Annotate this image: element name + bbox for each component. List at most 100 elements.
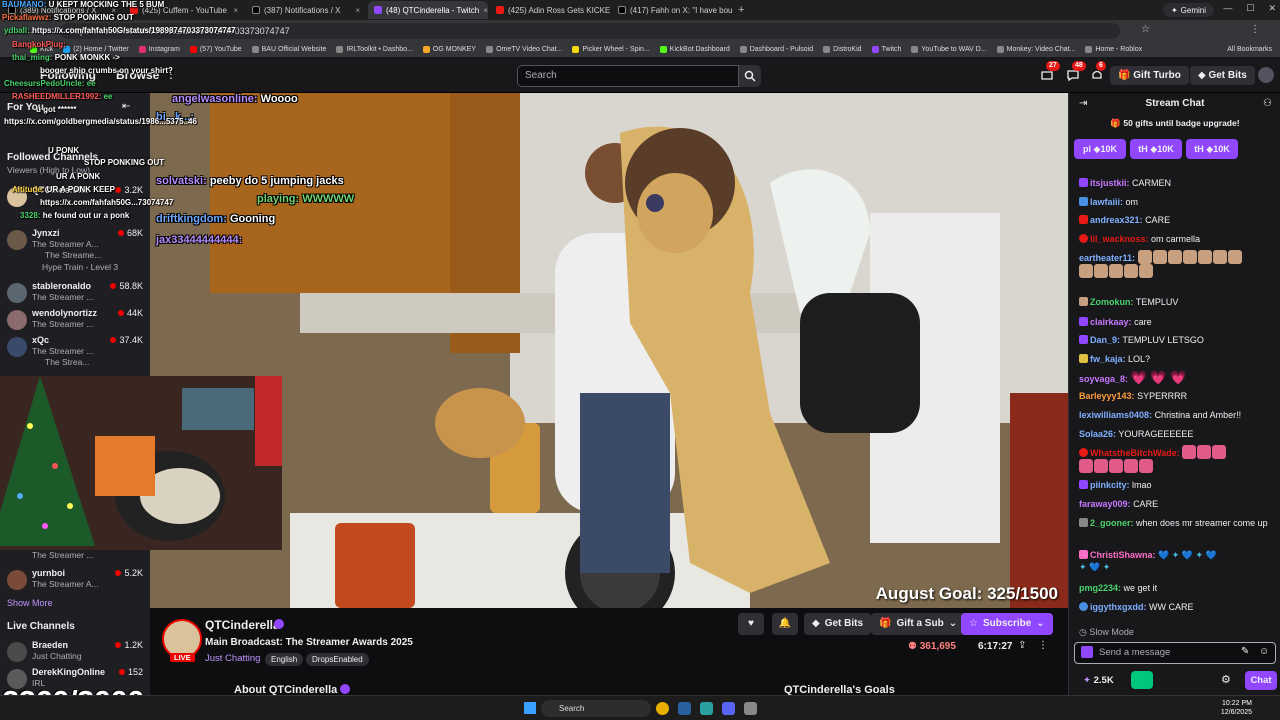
emote-picker-icon[interactable]: ☺ bbox=[1259, 646, 1269, 657]
sort-label[interactable]: Viewers (High to Low) bbox=[7, 165, 90, 175]
subscribe-button[interactable]: ☆ Subscribe ⌄ bbox=[961, 613, 1053, 635]
bookmark-icon bbox=[996, 46, 1004, 53]
bookmark[interactable]: OG MONKEY bbox=[422, 46, 476, 53]
emote-icon bbox=[1124, 264, 1138, 278]
gift-turbo-button[interactable]: 🎁 Gift Turbo bbox=[1110, 66, 1189, 85]
browser-tab-active[interactable]: (48) QTCinderella - Twitch × bbox=[368, 1, 488, 19]
nav-browse[interactable]: Browse bbox=[116, 68, 159, 82]
discord-icon[interactable] bbox=[722, 702, 735, 715]
sidebar-item-qtcinderella[interactable]: QTCinderella 3.2K bbox=[7, 183, 143, 217]
stream-chat: ⇥ Stream Chat ⚇ 🎁 50 gifts until badge u… bbox=[1068, 93, 1280, 695]
hype-chip[interactable]: tH ◆10K bbox=[1130, 139, 1182, 159]
video-player[interactable]: angelwasonline: Woooo bi...k...: solvats… bbox=[150, 93, 1068, 608]
sub-badge-icon bbox=[1079, 335, 1088, 344]
url-field[interactable]: https://x.com/fahfah50G/status/198987470… bbox=[60, 23, 1120, 39]
chrome-icon[interactable] bbox=[656, 702, 669, 715]
chat-send-button[interactable]: Chat bbox=[1245, 671, 1277, 690]
maximize-icon[interactable]: ☐ bbox=[1246, 3, 1254, 14]
chat-message: clairkaay: care bbox=[1079, 316, 1274, 328]
bookmark[interactable]: Dashboard - Pulsoid bbox=[739, 46, 813, 53]
bookmark[interactable]: YouTube to WAV D... bbox=[911, 46, 987, 53]
search-icon bbox=[744, 70, 756, 82]
app-icon[interactable] bbox=[744, 702, 757, 715]
bookmark-icon bbox=[422, 46, 430, 53]
bookmark-icon bbox=[572, 46, 580, 53]
chat-identity-icon[interactable] bbox=[1081, 646, 1093, 658]
heart-icon: ♥ bbox=[748, 618, 754, 629]
bookmark[interactable]: OmeTV Video Chat... bbox=[486, 46, 562, 53]
sidebar-item-yurnboi[interactable]: yurnboi The Streamer A... 5.2K bbox=[7, 566, 143, 600]
share-icon[interactable]: ⇪ bbox=[1018, 640, 1026, 651]
channel-points[interactable]: ✦ 2.5K bbox=[1083, 675, 1114, 686]
menu-dots-icon[interactable]: ⋮ bbox=[1250, 24, 1260, 35]
bookmark[interactable]: Instagram bbox=[138, 46, 180, 53]
close-icon[interactable]: × bbox=[483, 6, 488, 15]
gemini-button[interactable]: ✦ Gemini bbox=[1162, 3, 1214, 17]
notifications-bell-button[interactable]: 🔔 bbox=[772, 613, 798, 635]
search-button[interactable] bbox=[739, 65, 761, 87]
bits-cheer-icon[interactable]: ✎ bbox=[1241, 646, 1249, 657]
taskbar-search[interactable]: Search bbox=[541, 700, 651, 717]
bookmark[interactable]: DistroKid bbox=[823, 46, 862, 53]
more-options-icon[interactable]: ⋮ bbox=[1038, 640, 1048, 651]
app-icon[interactable] bbox=[700, 702, 713, 715]
browser-tab[interactable]: (417) Fahh on X: "I have boug...× bbox=[612, 1, 732, 19]
browser-tab[interactable]: (425) Adin Ross Gets KICKED O...× bbox=[490, 1, 610, 19]
close-icon[interactable]: × bbox=[111, 6, 116, 15]
close-icon[interactable]: × bbox=[233, 6, 238, 15]
star-icon[interactable]: ☆ bbox=[1141, 24, 1150, 35]
sidebar-item-jynxzi[interactable]: Jynxzi The Streamer A... 68K The Streame… bbox=[7, 226, 143, 272]
x-icon bbox=[252, 6, 260, 14]
chat-message: itsjustkii: CARMEN bbox=[1079, 177, 1274, 189]
follow-heart-button[interactable]: ♥ bbox=[738, 613, 764, 635]
bookmark[interactable]: Monkey: Video Chat... bbox=[996, 46, 1075, 53]
avatar[interactable] bbox=[1258, 67, 1274, 83]
settings-icon[interactable]: ⚙ bbox=[1221, 673, 1231, 686]
get-bits-button[interactable]: ◆ Get Bits bbox=[804, 613, 872, 635]
bookmark[interactable]: BAU Official Website bbox=[251, 46, 326, 53]
more-icon[interactable]: ⋮ bbox=[165, 67, 177, 81]
browser-tab[interactable]: (387) Notifications / X × bbox=[246, 1, 366, 19]
bookmark[interactable]: KickBot Dashboard bbox=[659, 46, 730, 53]
category-link[interactable]: Just Chatting bbox=[205, 653, 260, 664]
search-input[interactable]: Search bbox=[517, 65, 739, 87]
bookmark[interactable]: Twitch bbox=[871, 46, 901, 53]
close-window-icon[interactable]: ✕ bbox=[1268, 3, 1276, 14]
users-icon[interactable]: ⚇ bbox=[1263, 98, 1272, 109]
gift-sub-button[interactable]: 🎁 Gift a Sub ⌄ bbox=[871, 613, 966, 635]
browser-tab[interactable]: (389) Notifications / X × bbox=[2, 1, 122, 19]
all-bookmarks-button[interactable]: All Bookmarks bbox=[1227, 42, 1272, 57]
steam-icon[interactable] bbox=[678, 702, 691, 715]
hype-chip[interactable]: pl ◆10K bbox=[1074, 139, 1126, 159]
bookmark[interactable]: Home - Roblox bbox=[1085, 46, 1142, 53]
clock-icon: ◷ bbox=[1079, 627, 1090, 637]
windows-start-icon[interactable] bbox=[524, 702, 536, 714]
show-more-link[interactable]: Show More bbox=[7, 598, 53, 608]
nav-following[interactable]: Following bbox=[40, 68, 96, 82]
tag[interactable]: DropsEnabled bbox=[306, 653, 369, 666]
prime-crown-icon[interactable]: 27 bbox=[1040, 61, 1060, 82]
get-bits-button[interactable]: ◆ Get Bits bbox=[1190, 66, 1255, 85]
tag[interactable]: English bbox=[265, 653, 304, 666]
bookmark[interactable]: (2) Home / Twitter bbox=[63, 46, 129, 53]
bookmark[interactable]: (57) YouTube bbox=[189, 46, 242, 53]
emote-icon bbox=[1137, 250, 1152, 264]
bookmark[interactable]: Kick bbox=[30, 46, 53, 53]
streamer-name[interactable]: QTCinderella bbox=[205, 618, 280, 632]
bookmark[interactable]: Picker Wheel - Spin... bbox=[572, 46, 650, 53]
back-icon[interactable]: ← bbox=[6, 26, 16, 37]
browser-tab[interactable]: (425) Cuffem - YouTube × bbox=[124, 1, 244, 19]
chat-message: Barleyyy143: SYPERRRR bbox=[1079, 391, 1188, 401]
close-icon[interactable]: × bbox=[355, 6, 360, 15]
claim-points-button[interactable] bbox=[1131, 671, 1153, 689]
bookmark-icon bbox=[486, 46, 494, 53]
forward-icon[interactable]: → bbox=[26, 26, 36, 37]
hype-chip[interactable]: tH ◆10K bbox=[1186, 139, 1238, 159]
notifications-icon[interactable]: 6 bbox=[1090, 61, 1106, 82]
new-tab-icon[interactable]: + bbox=[738, 4, 744, 16]
minimize-icon[interactable]: — bbox=[1223, 3, 1232, 14]
sidebar-item-xqc[interactable]: xQc The Streamer ... 37.4K The Strea... bbox=[7, 333, 143, 367]
bookmark[interactable]: IRLToolkit • Dashbo... bbox=[336, 46, 413, 53]
inbox-icon[interactable]: 48 bbox=[1066, 61, 1086, 82]
collapse-sidebar-icon[interactable]: ⇤ bbox=[122, 101, 130, 112]
